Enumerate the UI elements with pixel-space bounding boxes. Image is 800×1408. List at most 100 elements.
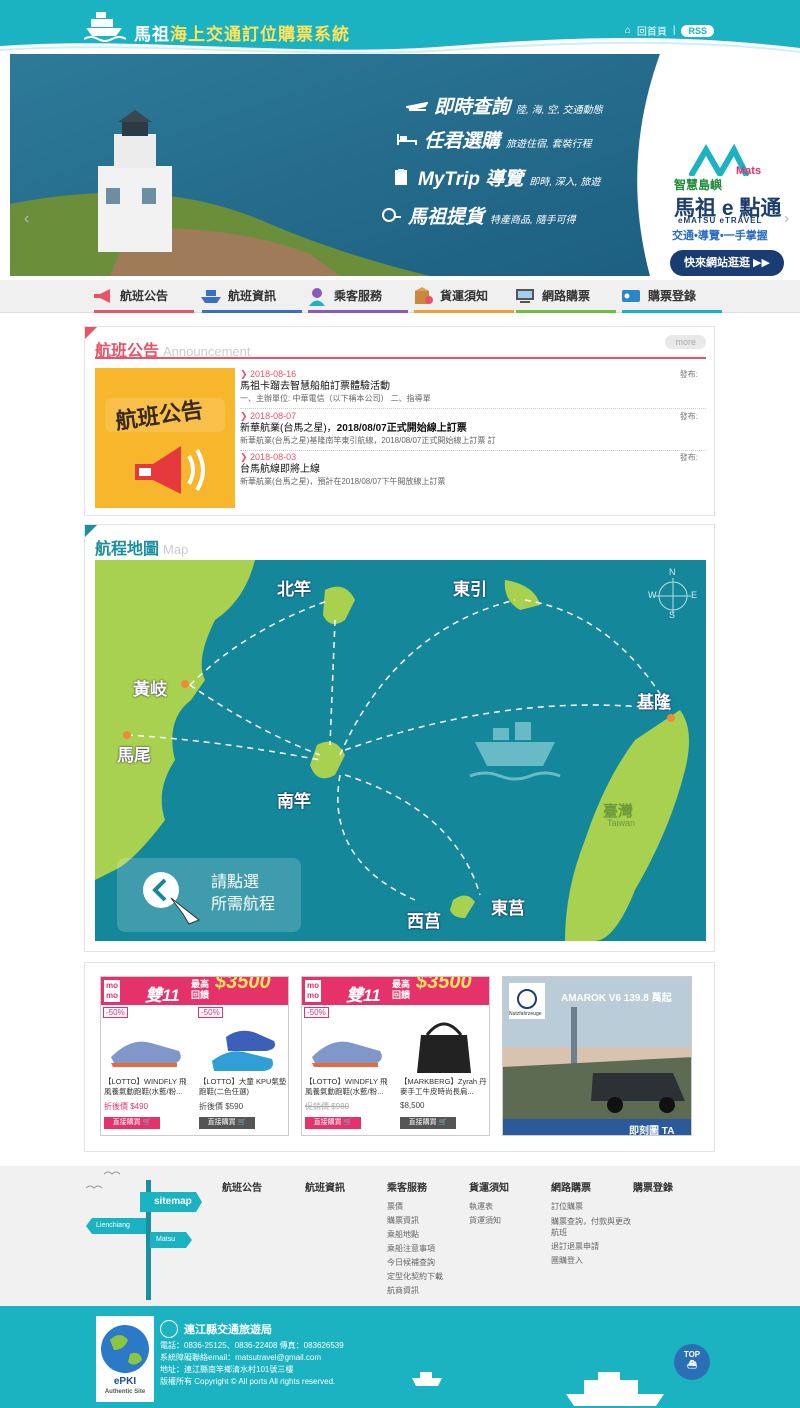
news-title[interactable]: 新華航業(台馬之星)，2018/08/07正式開始線上訂票 bbox=[240, 422, 706, 435]
map-label-xiju[interactable]: 西莒 bbox=[407, 907, 441, 932]
banner-next-arrow-icon[interactable]: › bbox=[784, 210, 789, 228]
contact-email[interactable]: 系統障礙聯絡email：matsutravel@gmail.com bbox=[160, 1352, 344, 1364]
momo-ad-2[interactable]: mo mo 雙11 最高 回饋 $3500 -50% 【LOTTO】WINDFLY 飛… bbox=[301, 976, 490, 1136]
footer-link[interactable]: 訂位購票 bbox=[551, 1200, 631, 1214]
footer-link[interactable]: 票價 bbox=[387, 1200, 467, 1214]
visit-site-button[interactable]: 快來網站逛逛 ▶▶ bbox=[670, 250, 784, 276]
news-item[interactable]: 2018-08-16 馬祖卡蹓去智慧船舶訂票體驗活動 一、主辦單位: 中華電信（… bbox=[240, 369, 706, 409]
footer-link[interactable]: 定型化契約下載 bbox=[387, 1270, 467, 1284]
buy-now-button[interactable]: 直接購買 🛒 bbox=[104, 1117, 160, 1129]
promo-realtime-query[interactable]: 即時查詢 陸, 海, 空, 交通動態 bbox=[406, 92, 603, 119]
buy-now-button[interactable]: 直接購買 🛒 bbox=[199, 1117, 255, 1129]
vw-ad[interactable]: Nutzfahrzeuge AMAROK V6 139.8 萬起 即刻圖 ТА bbox=[502, 976, 692, 1136]
footer-link[interactable]: 團購登入 bbox=[551, 1254, 631, 1268]
ship-logo-icon[interactable] bbox=[84, 10, 126, 44]
hero-banner[interactable]: 即時查詢 陸, 海, 空, 交通動態 任君選購 旅遊住宿, 套裝行程 MyTri… bbox=[10, 54, 790, 276]
map-label-beigan[interactable]: 北竿 bbox=[277, 575, 311, 600]
product-card[interactable]: -50% 【LOTTO】WINDFLY 飛風養氣動跑鞋(水藍/粉... 促銷價 … bbox=[302, 1005, 396, 1135]
footer-heading[interactable]: 航班資訊 bbox=[305, 1179, 345, 1194]
promo-mytrip[interactable]: MyTrip 導覽 即時, 深入, 旅遊 bbox=[390, 164, 600, 191]
nav-passenger-service[interactable]: 乘客服務 bbox=[306, 280, 410, 313]
momo-amount-value: $3500 bbox=[416, 976, 472, 993]
nav-flight-announcement[interactable]: 航班公告 bbox=[92, 280, 196, 313]
more-button[interactable]: more bbox=[665, 335, 706, 349]
product-price: 折後價 $490 bbox=[104, 1102, 149, 1111]
product-name[interactable]: 【LOTTO】WINDFLY 飛風養氣動跑鞋(水藍/粉... bbox=[104, 1077, 192, 1097]
site-title[interactable]: 馬祖海上交通訂位購票系統 bbox=[134, 20, 350, 45]
rss-link[interactable]: RSS bbox=[681, 24, 714, 37]
footer-heading[interactable]: 購票登錄 bbox=[633, 1179, 673, 1194]
signpost-icon bbox=[85, 1171, 202, 1300]
momo-ad-1[interactable]: mo mo 雙11 最高 回饋 $3500 -50% 【LOTTO】WINDFLY 飛… bbox=[100, 976, 289, 1136]
product-card[interactable]: -50% 【LOTTO】WINDFLY 飛風養氣動跑鞋(水藍/粉... 折後價 … bbox=[101, 1005, 195, 1135]
compass-east: E bbox=[691, 590, 698, 600]
home-link[interactable]: 回首頁 bbox=[637, 23, 667, 38]
footer-link[interactable]: 購票查詢，付款與更改航班 bbox=[551, 1216, 631, 1238]
buy-now-button[interactable]: 直接購買 🛒 bbox=[305, 1117, 361, 1129]
back-to-top-button[interactable]: TOP ⛴ bbox=[674, 1344, 710, 1380]
map-label-dongju[interactable]: 東莒 bbox=[491, 894, 525, 919]
nav-underline bbox=[308, 310, 408, 313]
epki-text: ePKI Authentic Site bbox=[96, 1376, 154, 1398]
top-links: ⌂ 回首頁 | RSS bbox=[625, 23, 714, 38]
vw-cta[interactable]: 即刻圖 ТА bbox=[629, 1122, 674, 1135]
buy-now-button[interactable]: 直接購買 🛒 bbox=[400, 1117, 456, 1129]
news-desc: 新華航業(台馬之星)基隆南竿東引航線，2018/08/07正式開始線上訂票 訂 bbox=[240, 436, 496, 445]
nav-cargo-notice[interactable]: 貨運須知 bbox=[412, 280, 516, 313]
map-label-dongyin[interactable]: 東引 bbox=[453, 575, 487, 600]
ematsu-mark-icon: Mats bbox=[689, 144, 761, 176]
route-map[interactable]: 北竿 東引 黃岐 馬尾 基隆 南竿 西莒 東莒 臺灣 Taiwan N S W … bbox=[95, 560, 706, 941]
footer-link[interactable]: 退訂退票申請 bbox=[551, 1240, 631, 1254]
footer-link[interactable]: 貨運須知 bbox=[469, 1214, 549, 1228]
main-nav: 航班公告 航班資訊 乘客服務 貨運須知 網路購票 購票登錄 bbox=[0, 280, 800, 313]
footer-heading[interactable]: 網路購票 bbox=[551, 1179, 631, 1194]
nav-flight-info[interactable]: 航班資訊 bbox=[200, 280, 304, 313]
momo-logo-line: mo bbox=[307, 991, 319, 1000]
banner-prev-arrow-icon[interactable]: ‹ bbox=[24, 210, 29, 228]
map-label-keelung[interactable]: 基隆 bbox=[637, 688, 671, 713]
footer-link[interactable]: 購票資訊 bbox=[387, 1214, 467, 1228]
map-label-nangan[interactable]: 南竿 bbox=[277, 787, 311, 812]
footer-link[interactable]: 乘船注意事項 bbox=[387, 1242, 467, 1256]
map-label-huangqi[interactable]: 黃岐 bbox=[133, 675, 167, 700]
product-card[interactable]: 【MARKBERG】Zyrah 丹麥手工牛皮時尚長肩... $8,500 直接購… bbox=[397, 1005, 489, 1135]
promo-pickup[interactable]: 馬祖提貨 特產商品, 隨手可得 bbox=[380, 202, 576, 229]
news-item[interactable]: 2018-08-03 台馬航線即將上線 新華航業(台馬之星)，預計在2018/0… bbox=[240, 452, 706, 490]
home-icon[interactable]: ⌂ bbox=[625, 25, 631, 36]
promo-subtitle: 陸, 海, 空, 交通動態 bbox=[516, 105, 603, 116]
logo-line1: 智慧島嶼 bbox=[674, 178, 723, 192]
nav-ticket-login[interactable]: 購票登錄 bbox=[620, 280, 724, 313]
momo-logo: mo mo bbox=[305, 980, 321, 1002]
nav-label: 貨運須知 bbox=[440, 289, 489, 303]
footer-link[interactable]: 執運表 bbox=[469, 1200, 549, 1214]
nav-label: 航班資訊 bbox=[228, 289, 277, 303]
news-title[interactable]: 馬祖卡蹓去智慧船舶訂票體驗活動 bbox=[240, 380, 706, 393]
nav-underline bbox=[516, 310, 616, 313]
footer-heading[interactable]: 貨運須知 bbox=[469, 1179, 549, 1194]
footer-heading[interactable]: 航班公告 bbox=[222, 1179, 262, 1194]
momo-amount-bottom: 回饋 bbox=[191, 990, 210, 1000]
news-item[interactable]: 2018-08-07 新華航業(台馬之星)，2018/08/07正式開始線上訂票… bbox=[240, 411, 706, 451]
footer-link[interactable]: 乘船地點 bbox=[387, 1228, 467, 1242]
nav-label: 購票登錄 bbox=[648, 289, 697, 303]
footer-link[interactable]: 航商資訊 bbox=[387, 1284, 467, 1298]
contact-address: 地址：連江縣南竿鄉清水村101號三樓 bbox=[160, 1365, 294, 1374]
product-name[interactable]: 【MARKBERG】Zyrah 丹麥手工牛皮時尚長肩... bbox=[400, 1077, 488, 1097]
link-separator: | bbox=[672, 25, 676, 36]
port-dot bbox=[181, 680, 189, 688]
promo-title: 馬祖提貨 bbox=[408, 207, 485, 228]
news-title[interactable]: 台馬航線即將上線 bbox=[240, 463, 706, 476]
product-name[interactable]: 【LOTTO】WINDFLY 飛風養氣動跑鞋(水藍/粉... bbox=[305, 1077, 393, 1097]
product-card[interactable]: -50% 【LOTTO】大童 KPU氣墊跑鞋(二色任選) 折後價 $590 直接… bbox=[196, 1005, 288, 1135]
nav-label: 乘客服務 bbox=[334, 289, 383, 303]
footer-col-login: 購票登錄 bbox=[633, 1179, 673, 1200]
map-label-mawei[interactable]: 馬尾 bbox=[117, 741, 151, 766]
footer-link[interactable]: 今日候補查詢 bbox=[387, 1256, 467, 1270]
epki-badge[interactable]: ePKI Authentic Site bbox=[96, 1316, 154, 1402]
promo-shopping[interactable]: 任君選購 旅遊住宿, 套裝行程 bbox=[396, 126, 592, 153]
footer-heading[interactable]: 乘客服務 bbox=[387, 1179, 467, 1194]
nav-online-ticketing[interactable]: 網路購票 bbox=[514, 280, 618, 313]
product-name[interactable]: 【LOTTO】大童 KPU氣墊跑鞋(二色任選) bbox=[199, 1077, 287, 1097]
copyright: 版權所有 Copyright © All ports All rights re… bbox=[160, 1377, 336, 1386]
plane-icon bbox=[406, 101, 428, 111]
